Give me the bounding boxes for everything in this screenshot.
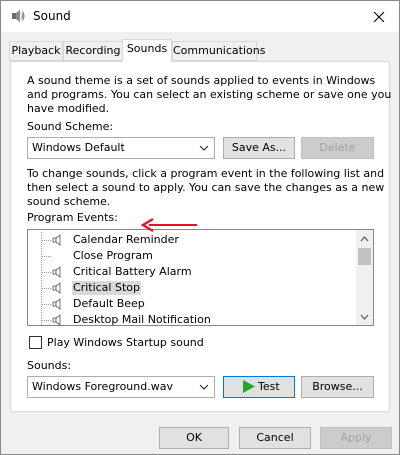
sound-file-value: Windows Foreground.wav (32, 380, 173, 393)
scroll-down-button[interactable] (356, 308, 373, 325)
sounds-tab-panel: A sound theme is a set of sounds applied… (10, 61, 392, 412)
tab-recording[interactable]: Recording (63, 41, 123, 61)
tab-sounds[interactable]: Sounds (122, 39, 172, 62)
sound-scheme-value: Windows Default (32, 141, 125, 154)
speaker-icon (52, 234, 61, 246)
scroll-up-button[interactable] (356, 230, 373, 247)
chevron-down-icon (199, 384, 209, 390)
apply-button[interactable]: Apply (320, 427, 392, 449)
scroll-thumb[interactable] (358, 248, 371, 265)
chevron-up-icon (360, 235, 369, 241)
close-icon (373, 11, 385, 22)
title-bar: Sound (1, 1, 399, 32)
vertical-scrollbar[interactable] (356, 230, 373, 325)
description-line-1: A sound theme is a set of sounds applied… (27, 74, 376, 87)
sound-scheme-select[interactable]: Windows Default (27, 137, 215, 159)
speaker-icon (52, 298, 61, 310)
list-item[interactable]: Close Program (28, 248, 356, 264)
tree-branch-icon (41, 248, 51, 264)
list-item-label: Desktop Mail Notification (73, 313, 211, 326)
description-line-2: and programs. You can select an existing… (27, 88, 392, 101)
annotation-arrow-icon (140, 218, 197, 232)
browse-button[interactable]: Browse... (301, 376, 374, 398)
program-events-label: Program Events: (27, 211, 118, 224)
description-line-3: have modified. (27, 102, 110, 115)
sound-scheme-label: Sound Scheme: (27, 120, 114, 133)
chevron-down-icon (360, 314, 369, 320)
test-button[interactable]: Test (223, 376, 295, 398)
list-item[interactable]: Critical Stop (28, 280, 356, 296)
instructions-line-3: sound scheme. (27, 195, 111, 208)
list-item[interactable]: Default Beep (28, 296, 356, 312)
ok-button[interactable]: OK (159, 427, 229, 449)
instructions-line-1: To change sounds, click a program event … (27, 167, 385, 180)
speaker-icon (12, 10, 25, 22)
speaker-icon (52, 314, 61, 325)
test-button-label: Test (258, 380, 280, 393)
sound-file-select[interactable]: Windows Foreground.wav (27, 376, 215, 398)
list-item-label: Critical Battery Alarm (73, 265, 192, 278)
list-item-label: Calendar Reminder (73, 233, 179, 246)
cancel-button[interactable]: Cancel (239, 427, 311, 449)
startup-sound-checkbox[interactable] (29, 336, 42, 349)
list-item-label: Critical Stop (72, 281, 141, 295)
list-item[interactable]: Desktop Mail Notification (28, 312, 356, 326)
instructions-line-2: then select a sound to apply. You can sa… (27, 181, 385, 194)
play-icon (243, 380, 255, 393)
speaker-icon (52, 266, 61, 278)
chevron-down-icon (199, 145, 209, 151)
sound-dialog: Sound Playback Recording Sounds Communic… (0, 0, 400, 455)
list-item-label: Default Beep (73, 297, 145, 310)
program-events-list[interactable]: Calendar Reminder Close Program Critical B… (27, 229, 374, 326)
list-item-label: Close Program (73, 249, 153, 262)
sounds-label: Sounds: (27, 359, 72, 372)
tab-playback[interactable]: Playback (9, 41, 63, 61)
startup-sound-label: Play Windows Startup sound (47, 336, 204, 349)
window-title: Sound (33, 9, 71, 23)
tab-communications[interactable]: Communications (172, 41, 265, 61)
speaker-icon (52, 282, 61, 294)
list-item[interactable]: Calendar Reminder (28, 232, 356, 248)
close-button[interactable] (359, 1, 399, 32)
delete-button[interactable]: Delete (301, 137, 374, 159)
save-as-button[interactable]: Save As... (223, 137, 295, 159)
list-item[interactable]: Critical Battery Alarm (28, 264, 356, 280)
